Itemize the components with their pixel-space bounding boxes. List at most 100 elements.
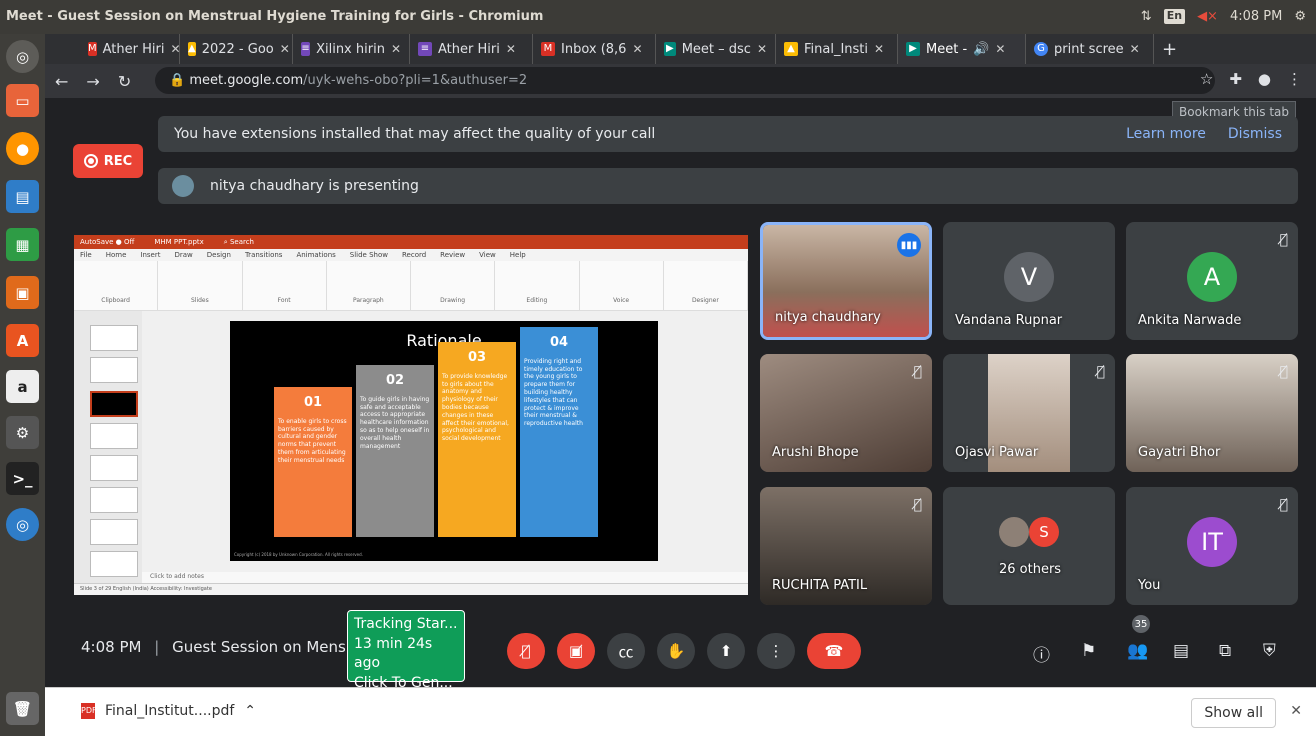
ribbon-text: To provide knowledge to girls about the … [442,372,509,443]
tab-8-active[interactable]: ▶ Meet - 🔊 ✕ [898,34,1026,64]
close-icon[interactable]: ✕ [280,42,290,56]
tab-4[interactable]: ≡ Ather Hiri ✕ [410,34,533,64]
present-icon: ⬆ [719,642,733,660]
nav-buttons: ← → ↻ [55,72,131,91]
tab-1[interactable]: M Ather Hiri ✕ [80,34,180,64]
tab-label: Meet – dsc [681,41,751,57]
participant-tile[interactable]: 🎙̸ Arushi Bhope [760,354,932,472]
others-tile[interactable]: S 26 others [943,487,1115,605]
mic-toggle-button[interactable]: 🎙̸ [507,633,545,669]
recording-badge[interactable]: REC [73,144,143,178]
tab-5[interactable]: M Inbox (8,6 ✕ [533,34,656,64]
leave-call-button[interactable]: ☎ [807,633,861,669]
new-tab-button[interactable]: + [1154,34,1194,64]
volume-icon[interactable]: ◀× [1197,9,1218,24]
keyboard-layout-indicator[interactable]: En [1163,9,1186,24]
clock[interactable]: 4:08 PM [1230,9,1282,24]
ppt-menu: File Home Insert Draw Design Transitions Anima… [74,249,748,261]
close-icon[interactable]: ✕ [506,42,516,56]
learn-more-link[interactable]: Learn more [1126,126,1206,142]
tab-2[interactable]: ▲ 2022 - Goo ✕ [180,34,293,64]
tracking-widget[interactable]: Tracking Star... 13 min 24s ago Click To… [347,610,465,691]
ribbon-text: To guide girls in having safe and accept… [360,395,430,450]
more-options-button[interactable]: ⋮ [757,633,795,669]
dismiss-button[interactable]: Dismiss [1228,126,1282,142]
profile-icon[interactable]: ● [1258,70,1271,88]
back-icon[interactable]: ← [55,72,68,91]
close-icon[interactable]: ✕ [1130,42,1140,56]
activities-icon[interactable]: ⧉ [1219,641,1231,661]
shield-icon[interactable]: ⛨ [1263,641,1276,661]
slide-canvas: Rationale 01 To enable girls to cross ba… [142,311,748,583]
software-center-icon[interactable]: A [6,324,39,357]
meeting-details-icon[interactable]: ⓘ [1033,641,1050,666]
participant-name: RUCHITA PATIL [772,578,868,593]
download-item[interactable]: PDF Final_Institut....pdf ⌃ [81,703,256,719]
close-icon[interactable]: ✕ [1290,703,1302,719]
ribbon-number: 01 [303,395,323,410]
self-tile[interactable]: 🎙̸ IT You [1126,487,1298,605]
lock-icon[interactable]: 🔒 [169,73,185,88]
show-all-button[interactable]: Show all [1191,698,1276,728]
captions-button[interactable]: ㏄ [607,633,645,669]
extensions-icon[interactable]: ✚ [1229,70,1242,88]
present-button[interactable]: ⬆ [707,633,745,669]
people-icon[interactable]: 👥 [1127,641,1148,661]
menu-icon[interactable]: ⋮ [1287,70,1302,88]
camera-toggle-button[interactable]: ▣̸ [557,633,595,669]
close-icon[interactable]: ✕ [391,42,401,56]
ubuntu-logo-icon[interactable]: ◎ [6,40,39,73]
meet-icon: ▶ [664,42,676,56]
files-icon[interactable]: ▭ [6,84,39,117]
chromium-icon[interactable]: ◎ [6,508,39,541]
shared-screen: AutoSave ● Off MHM PPT.pptx ⌕ Search Fil… [74,235,748,595]
network-icon[interactable]: ⇅ [1141,9,1152,24]
tab-3[interactable]: ≡ Xilinx hirin ✕ [293,34,410,64]
close-icon[interactable]: ✕ [632,42,642,56]
notice-actions: Learn more Dismiss [1126,126,1282,142]
speaking-indicator-icon: ▮▮▮ [897,233,921,257]
participant-tile[interactable]: 🎙̸ Ojasvi Pawar [943,354,1115,472]
participant-name: Vandana Rupnar [955,313,1063,328]
tab-label: Ather Hiri [438,41,500,57]
impress-icon[interactable]: ▣ [6,276,39,309]
participant-name: Ankita Narwade [1138,313,1242,328]
chat-icon[interactable]: ▤ [1173,641,1189,661]
forms-icon: ≡ [418,42,432,56]
close-icon[interactable]: ✕ [170,42,179,56]
mic-off-icon: 🎙̸ [521,642,531,660]
participant-tile[interactable]: ▮▮▮ nitya chaudhary [760,222,932,340]
bookmark-star-icon[interactable]: ☆ [1200,70,1213,88]
close-icon[interactable]: ✕ [995,42,1005,56]
forward-icon[interactable]: → [86,72,99,91]
tab-7[interactable]: ▲ Final_Insti ✕ [776,34,898,64]
tab-6[interactable]: ▶ Meet – dsc ✕ [656,34,776,64]
system-settings-icon[interactable]: ⚙ [6,416,39,449]
amazon-icon[interactable]: a [6,370,39,403]
participant-tile[interactable]: 🎙̸ Gayatri Bhor [1126,354,1298,472]
participant-name: nitya chaudhary [775,310,881,325]
raise-hand-button[interactable]: ✋ [657,633,695,669]
url-input[interactable]: 🔒 meet.google.com/uyk-wehs-obo?pli=1&aut… [155,67,1215,94]
terminal-icon[interactable]: >_ [6,462,39,495]
participant-tile[interactable]: 🎙̸ A Ankita Narwade [1126,222,1298,340]
mic-off-icon: 🎙̸ [1279,232,1288,248]
chevron-up-icon[interactable]: ⌃ [244,703,256,719]
participant-tile[interactable]: 🎙̸ RUCHITA PATIL [760,487,932,605]
host-controls-icon[interactable]: ⚑ [1081,641,1096,661]
firefox-icon[interactable]: ● [6,132,39,165]
close-icon[interactable]: ✕ [874,42,884,56]
participant-tile[interactable]: V Vandana Rupnar [943,222,1115,340]
ppt-filename: MHM PPT.pptx [154,238,204,246]
system-tray: ⇅ En ◀× 4:08 PM ⚙ [1141,9,1306,24]
reload-icon[interactable]: ↻ [118,72,131,91]
settings-icon[interactable]: ⚙ [1294,9,1306,24]
close-icon[interactable]: ✕ [757,42,767,56]
ribbon-text: To enable girls to cross barriers caused… [278,417,347,464]
tab-9[interactable]: G print scree ✕ [1026,34,1154,64]
trash-icon[interactable]: 🗑 [6,692,39,725]
slide-thumbnail [90,455,138,481]
writer-icon[interactable]: ▤ [6,180,39,213]
ribbon-number: 03 [467,350,487,365]
calc-icon[interactable]: ▦ [6,228,39,261]
